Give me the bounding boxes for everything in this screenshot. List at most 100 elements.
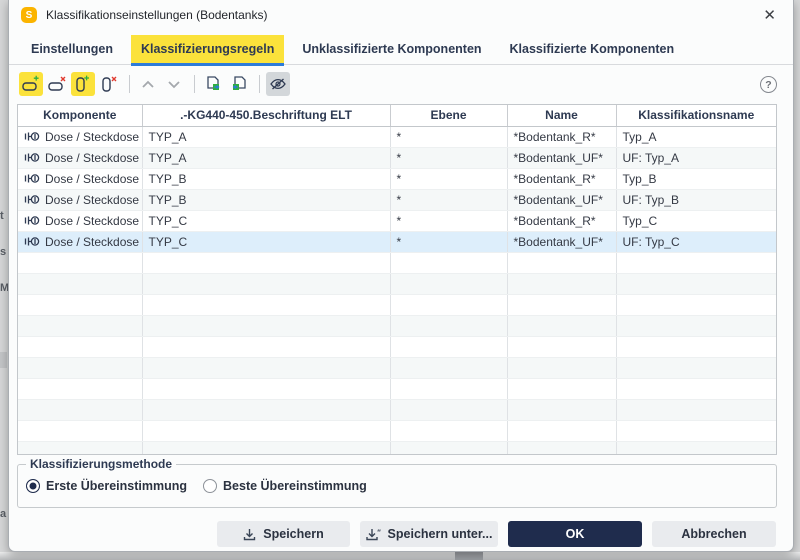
cell-beschriftung: TYP_C — [142, 210, 390, 231]
close-icon[interactable]: ✕ — [758, 6, 781, 25]
delete-rule-button[interactable] — [45, 72, 69, 96]
cell-klassifikation: Typ_A — [616, 126, 776, 147]
toolbar-separator — [129, 75, 130, 93]
save-as-button[interactable]: Speichern unter... — [360, 521, 498, 547]
cell-komponente: Dose / Steckdose — [18, 147, 142, 168]
table-row[interactable]: Dose / SteckdoseTYP_A**Bodentank_UF*UF: … — [18, 147, 776, 168]
move-down-button[interactable] — [162, 72, 186, 96]
ok-button[interactable]: OK — [508, 521, 642, 547]
empty-table-row — [18, 378, 776, 399]
add-row-icon — [21, 75, 41, 93]
background-scrollbar-fragment — [455, 552, 483, 560]
column-header-komponente: Komponente — [18, 105, 142, 126]
cell-beschriftung: TYP_B — [142, 168, 390, 189]
socket-icon — [24, 173, 40, 184]
background-text-fragment: M — [0, 282, 8, 294]
cell-name: *Bodentank_R* — [507, 168, 616, 189]
rules-toolbar — [19, 71, 292, 97]
titlebar: S Klassifikationseinstellungen (Bodentan… — [9, 0, 793, 30]
cell-name: *Bodentank_R* — [507, 126, 616, 147]
table-row[interactable]: Dose / SteckdoseTYP_B**Bodentank_UF*UF: … — [18, 189, 776, 210]
background-fragment — [0, 352, 7, 368]
delete-row-icon — [47, 75, 67, 93]
column-header-klassifikationsname: Klassifikationsname — [616, 105, 776, 126]
dialog-buttons: Speichern Speichern unter... OK Abbreche… — [217, 521, 776, 547]
classification-settings-dialog: S Klassifikationseinstellungen (Bodentan… — [8, 0, 794, 552]
socket-icon — [24, 152, 40, 163]
save-button[interactable]: Speichern — [217, 521, 350, 547]
save-as-icon — [366, 528, 381, 541]
toggle-visibility-button[interactable] — [266, 72, 290, 96]
save-button-label: Speichern — [263, 527, 323, 541]
table-row[interactable]: Dose / SteckdoseTYP_A**Bodentank_R*Typ_A — [18, 126, 776, 147]
cell-name: *Bodentank_UF* — [507, 147, 616, 168]
cell-klassifikation: UF: Typ_B — [616, 189, 776, 210]
cell-klassifikation: UF: Typ_C — [616, 231, 776, 252]
classification-method-group: Klassifizierungsmethode Erste Übereinsti… — [17, 464, 777, 508]
tab-bar: Einstellungen Klassifizierungsregeln Unk… — [9, 32, 793, 65]
add-condition-button[interactable] — [71, 72, 95, 96]
cell-name: *Bodentank_UF* — [507, 231, 616, 252]
cell-beschriftung: TYP_B — [142, 189, 390, 210]
delete-condition-button[interactable] — [97, 72, 121, 96]
cell-beschriftung: TYP_A — [142, 147, 390, 168]
delete-column-icon — [99, 74, 119, 94]
ok-button-label: OK — [566, 527, 585, 541]
empty-table-row — [18, 441, 776, 455]
cancel-button[interactable]: Abbrechen — [652, 521, 776, 547]
import-rules-button[interactable] — [227, 72, 251, 96]
cell-klassifikation: Typ_B — [616, 168, 776, 189]
socket-icon — [24, 215, 40, 226]
cell-ebene: * — [390, 189, 507, 210]
empty-table-row — [18, 420, 776, 441]
add-rule-button[interactable] — [19, 72, 43, 96]
add-column-icon — [73, 74, 93, 94]
cell-komponente: Dose / Steckdose — [18, 231, 142, 252]
cell-ebene: * — [390, 231, 507, 252]
cell-komponente: Dose / Steckdose — [18, 189, 142, 210]
cell-komponente: Dose / Steckdose — [18, 168, 142, 189]
empty-table-row — [18, 315, 776, 336]
cell-ebene: * — [390, 147, 507, 168]
socket-icon — [24, 194, 40, 205]
empty-table-row — [18, 294, 776, 315]
cell-beschriftung: TYP_A — [142, 126, 390, 147]
save-icon — [243, 528, 256, 541]
empty-table-row — [18, 336, 776, 357]
socket-icon — [24, 131, 40, 142]
table-row[interactable]: Dose / SteckdoseTYP_C**Bodentank_UF*UF: … — [18, 231, 776, 252]
method-options: Erste Übereinstimmung Beste Übereinstimm… — [26, 479, 377, 493]
export-rules-button[interactable] — [201, 72, 225, 96]
radio-label: Erste Übereinstimmung — [46, 479, 187, 493]
column-header-ebene: Ebene — [390, 105, 507, 126]
empty-table-row — [18, 273, 776, 294]
dialog-title: Klassifikationseinstellungen (Bodentanks… — [46, 8, 267, 22]
group-legend: Klassifizierungsmethode — [26, 457, 176, 471]
tab-klassifizierungsregeln[interactable]: Klassifizierungsregeln — [131, 35, 284, 64]
help-icon[interactable]: ? — [760, 76, 777, 93]
rules-table: Komponente .-KG440-450.Beschriftung ELT … — [17, 104, 777, 455]
cell-komponente: Dose / Steckdose — [18, 210, 142, 231]
tab-klassifizierte-komponenten[interactable]: Klassifizierte Komponenten — [500, 35, 685, 64]
tab-unklassifizierte-komponenten[interactable]: Unklassifizierte Komponenten — [292, 35, 491, 64]
radio-erste-uebereinstimmung[interactable] — [26, 479, 40, 493]
cell-klassifikation: UF: Typ_A — [616, 147, 776, 168]
table-row[interactable]: Dose / SteckdoseTYP_B**Bodentank_R*Typ_B — [18, 168, 776, 189]
cell-beschriftung: TYP_C — [142, 231, 390, 252]
radio-beste-uebereinstimmung[interactable] — [203, 479, 217, 493]
column-header-name: Name — [507, 105, 616, 126]
toolbar-separator — [259, 75, 260, 93]
document-import-icon — [230, 75, 248, 93]
tab-einstellungen[interactable]: Einstellungen — [21, 35, 123, 64]
move-up-button[interactable] — [136, 72, 160, 96]
empty-table-row — [18, 357, 776, 378]
table-row[interactable]: Dose / SteckdoseTYP_C**Bodentank_R*Typ_C — [18, 210, 776, 231]
empty-table-row — [18, 399, 776, 420]
background-text-fragment: s — [0, 246, 8, 258]
cell-komponente: Dose / Steckdose — [18, 126, 142, 147]
cell-ebene: * — [390, 210, 507, 231]
cell-ebene: * — [390, 126, 507, 147]
chevron-down-icon — [167, 80, 181, 89]
eye-off-icon — [269, 77, 287, 91]
document-export-icon — [204, 75, 222, 93]
